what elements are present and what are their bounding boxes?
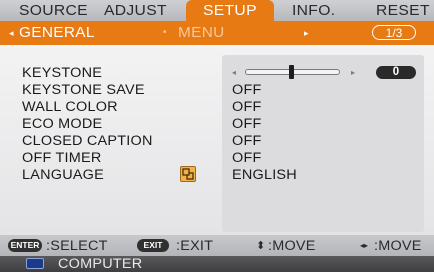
submenu-bar: ◂ GENERAL • MENU ▸ 1/3	[0, 21, 434, 45]
exit-button-icon: EXIT	[137, 239, 169, 252]
tab-reset[interactable]: RESET	[376, 0, 430, 21]
tab-info[interactable]: INFO.	[292, 0, 335, 21]
setting-label-language[interactable]: LANGUAGE	[22, 167, 104, 183]
setting-label-keystone-save[interactable]: KEYSTONE SAVE	[22, 82, 145, 98]
computer-monitor-icon	[26, 258, 44, 269]
setting-value-off-timer[interactable]: OFF	[232, 150, 262, 166]
setting-value-language[interactable]: ENGLISH	[232, 167, 297, 183]
setting-label-off-timer[interactable]: OFF TIMER	[22, 150, 101, 166]
submenu-dot-icon: •	[163, 27, 167, 38]
submenu-next-arrow-icon[interactable]: ▸	[304, 25, 309, 41]
language-glyph-icon	[182, 168, 194, 180]
current-source-label: COMPUTER	[58, 256, 143, 271]
help-move-horizontal-text: :MOVE	[374, 238, 422, 253]
page-indicator: 1/3	[372, 25, 416, 40]
setting-label-eco-mode[interactable]: ECO MODE	[22, 116, 102, 132]
help-bar: ENTER :SELECT EXIT :EXIT ⬍ :MOVE ◂▸ :MOV…	[0, 235, 434, 256]
settings-panel: KEYSTONE KEYSTONE SAVE WALL COLOR ECO MO…	[0, 45, 434, 235]
help-exit-text: :EXIT	[176, 238, 214, 253]
keystone-slider-handle[interactable]	[289, 65, 294, 79]
keystone-value: 0	[376, 66, 416, 79]
setting-label-closed-caption[interactable]: CLOSED CAPTION	[22, 133, 153, 149]
keystone-decrease-icon[interactable]: ◂	[232, 68, 236, 78]
up-down-arrow-icon: ⬍	[256, 240, 266, 252]
help-move-vertical-text: :MOVE	[268, 238, 316, 253]
setting-label-wall-color[interactable]: WALL COLOR	[22, 99, 118, 115]
setting-value-keystone-save[interactable]: OFF	[232, 82, 262, 98]
setting-value-closed-caption[interactable]: OFF	[232, 133, 262, 149]
menu-tab-bar: SOURCE ADJUST SETUP INFO. RESET	[0, 0, 434, 24]
help-select-text: :SELECT	[46, 238, 108, 253]
keystone-increase-icon[interactable]: ▸	[351, 68, 355, 78]
submenu-current-general[interactable]: GENERAL	[19, 24, 95, 42]
setting-value-eco-mode[interactable]: OFF	[232, 116, 262, 132]
source-bar: COMPUTER	[0, 256, 434, 272]
tab-adjust[interactable]: ADJUST	[104, 0, 167, 21]
submenu-prev-arrow-icon[interactable]: ◂	[9, 25, 14, 41]
setting-value-wall-color[interactable]: OFF	[232, 99, 262, 115]
tab-setup-label: SETUP	[203, 3, 257, 19]
enter-button-icon: ENTER	[8, 239, 42, 252]
tab-source[interactable]: SOURCE	[19, 0, 88, 21]
submenu-next-menu[interactable]: MENU	[178, 24, 225, 42]
projector-osd-menu: SOURCE ADJUST SETUP INFO. RESET ◂ GENERA…	[0, 0, 434, 272]
setting-label-keystone[interactable]: KEYSTONE	[22, 65, 102, 81]
left-right-arrow-icon: ◂▸	[360, 241, 369, 250]
language-icon[interactable]	[180, 166, 196, 182]
